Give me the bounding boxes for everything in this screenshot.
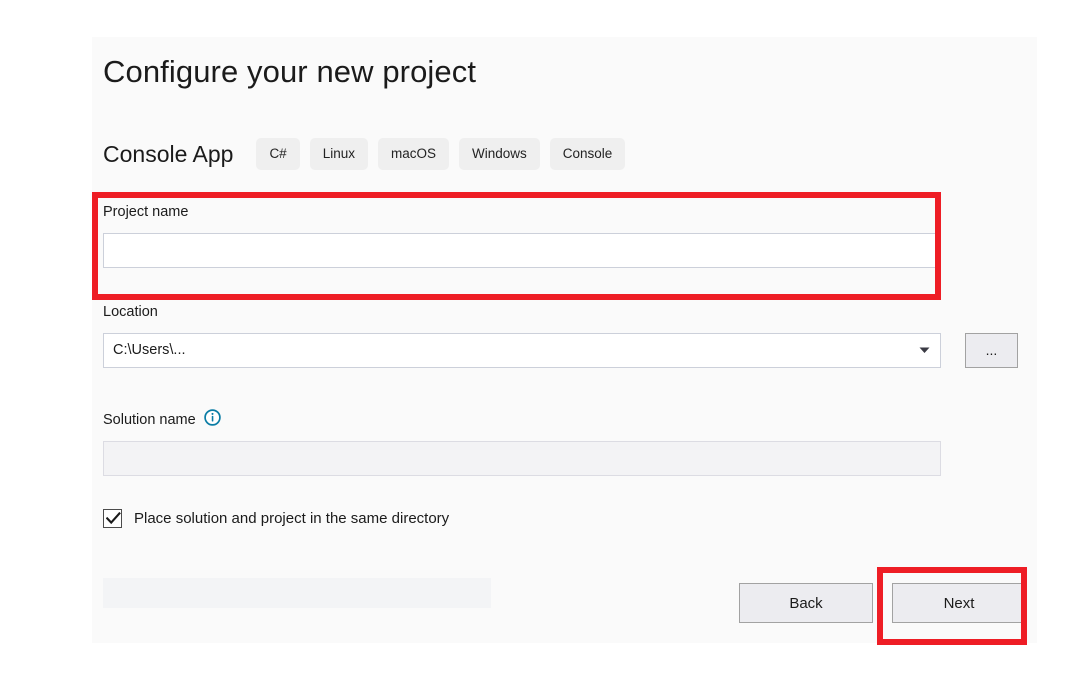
solution-name-field-group: Solution name <box>103 412 941 476</box>
browse-location-button[interactable]: ... <box>965 333 1018 368</box>
template-summary-row: Console App C# Linux macOS Windows Conso… <box>103 137 635 171</box>
location-combobox[interactable] <box>103 333 941 368</box>
chevron-down-icon[interactable] <box>916 333 932 368</box>
solution-name-input <box>103 441 941 476</box>
tag-chip-macos: macOS <box>378 138 449 170</box>
same-directory-row[interactable]: Place solution and project in the same d… <box>103 509 449 528</box>
back-button[interactable]: Back <box>739 583 873 623</box>
tag-chip-linux: Linux <box>310 138 368 170</box>
next-button[interactable]: Next <box>892 583 1026 623</box>
footer-placeholder-bar <box>103 578 491 608</box>
tag-chip-language: C# <box>256 138 299 170</box>
location-field-group: Location ... <box>103 305 1018 368</box>
tag-chip-windows: Windows <box>459 138 540 170</box>
solution-name-label: Solution name <box>103 413 196 428</box>
footer-buttons: Back Next <box>739 583 1026 623</box>
project-name-field-group: Project name <box>103 205 941 268</box>
same-directory-label: Place solution and project in the same d… <box>134 510 449 527</box>
page-title: Configure your new project <box>103 54 476 90</box>
solution-name-label-row: Solution name <box>103 412 941 428</box>
project-name-input[interactable] <box>103 233 941 268</box>
template-name: Console App <box>103 141 233 168</box>
location-label: Location <box>103 305 1018 320</box>
same-directory-checkbox[interactable] <box>103 509 122 528</box>
project-name-label: Project name <box>103 205 941 220</box>
location-controls: ... <box>103 333 1018 368</box>
configure-project-dialog: Configure your new project Console App C… <box>92 37 1037 643</box>
tag-chip-console: Console <box>550 138 626 170</box>
info-circle-icon[interactable] <box>204 409 221 431</box>
location-input[interactable] <box>103 333 941 368</box>
